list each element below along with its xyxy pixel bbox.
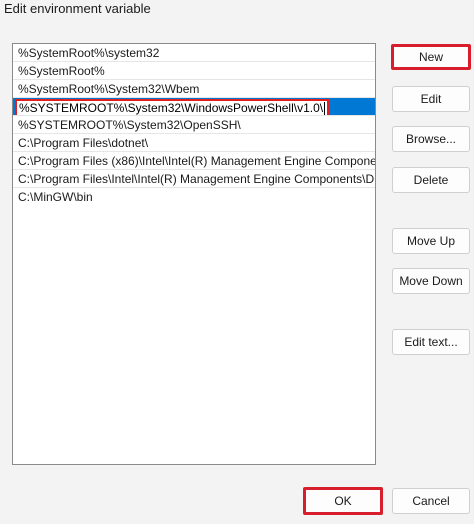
list-item-text: %SYSTEMROOT%\System32\OpenSSH\: [18, 118, 241, 132]
browse-button[interactable]: Browse...: [392, 126, 470, 152]
inline-edit-text: %SYSTEMROOT%\System32\WindowsPowerShell\…: [19, 101, 324, 115]
list-item-text: %SystemRoot%\system32: [18, 46, 160, 60]
list-item-selected[interactable]: %SYSTEMROOT%\System32\WindowsPowerShell\…: [13, 98, 375, 116]
list-item[interactable]: C:\MinGW\bin: [13, 188, 375, 206]
title-bar: Edit environment variable: [0, 0, 474, 22]
list-item[interactable]: C:\Program Files\dotnet\: [13, 134, 375, 152]
list-item[interactable]: %SystemRoot%\System32\Wbem: [13, 80, 375, 98]
list-item-text: %SystemRoot%: [18, 64, 105, 78]
list-item-text: C:\MinGW\bin: [18, 190, 93, 204]
cancel-button[interactable]: Cancel: [392, 488, 470, 514]
list-item[interactable]: C:\Program Files\Intel\Intel(R) Manageme…: [13, 170, 375, 188]
edit-text-button[interactable]: Edit text...: [392, 329, 470, 355]
list-item-text: C:\Program Files\dotnet\: [18, 136, 149, 150]
list-item[interactable]: %SystemRoot%: [13, 62, 375, 80]
delete-button[interactable]: Delete: [392, 167, 470, 193]
move-down-button[interactable]: Move Down: [392, 268, 470, 294]
edit-environment-variable-dialog: Edit environment variable %SystemRoot%\s…: [0, 0, 474, 524]
move-up-button[interactable]: Move Up: [392, 228, 470, 254]
path-entries-list[interactable]: %SystemRoot%\system32 %SystemRoot% %Syst…: [12, 43, 376, 465]
ok-button[interactable]: OK: [303, 487, 383, 515]
edit-button[interactable]: Edit: [392, 86, 470, 112]
list-item-text: %SystemRoot%\System32\Wbem: [18, 82, 200, 96]
list-item-text: C:\Program Files (x86)\Intel\Intel(R) Ma…: [18, 154, 375, 168]
dialog-title: Edit environment variable: [4, 1, 151, 16]
inline-edit-field[interactable]: %SYSTEMROOT%\System32\WindowsPowerShell\…: [15, 99, 330, 115]
list-item[interactable]: C:\Program Files (x86)\Intel\Intel(R) Ma…: [13, 152, 375, 170]
list-item[interactable]: %SystemRoot%\system32: [13, 44, 375, 62]
list-item-text: C:\Program Files\Intel\Intel(R) Manageme…: [18, 172, 375, 186]
new-button[interactable]: New: [391, 44, 471, 70]
text-caret: [324, 102, 326, 115]
list-item[interactable]: %SYSTEMROOT%\System32\OpenSSH\: [13, 116, 375, 134]
